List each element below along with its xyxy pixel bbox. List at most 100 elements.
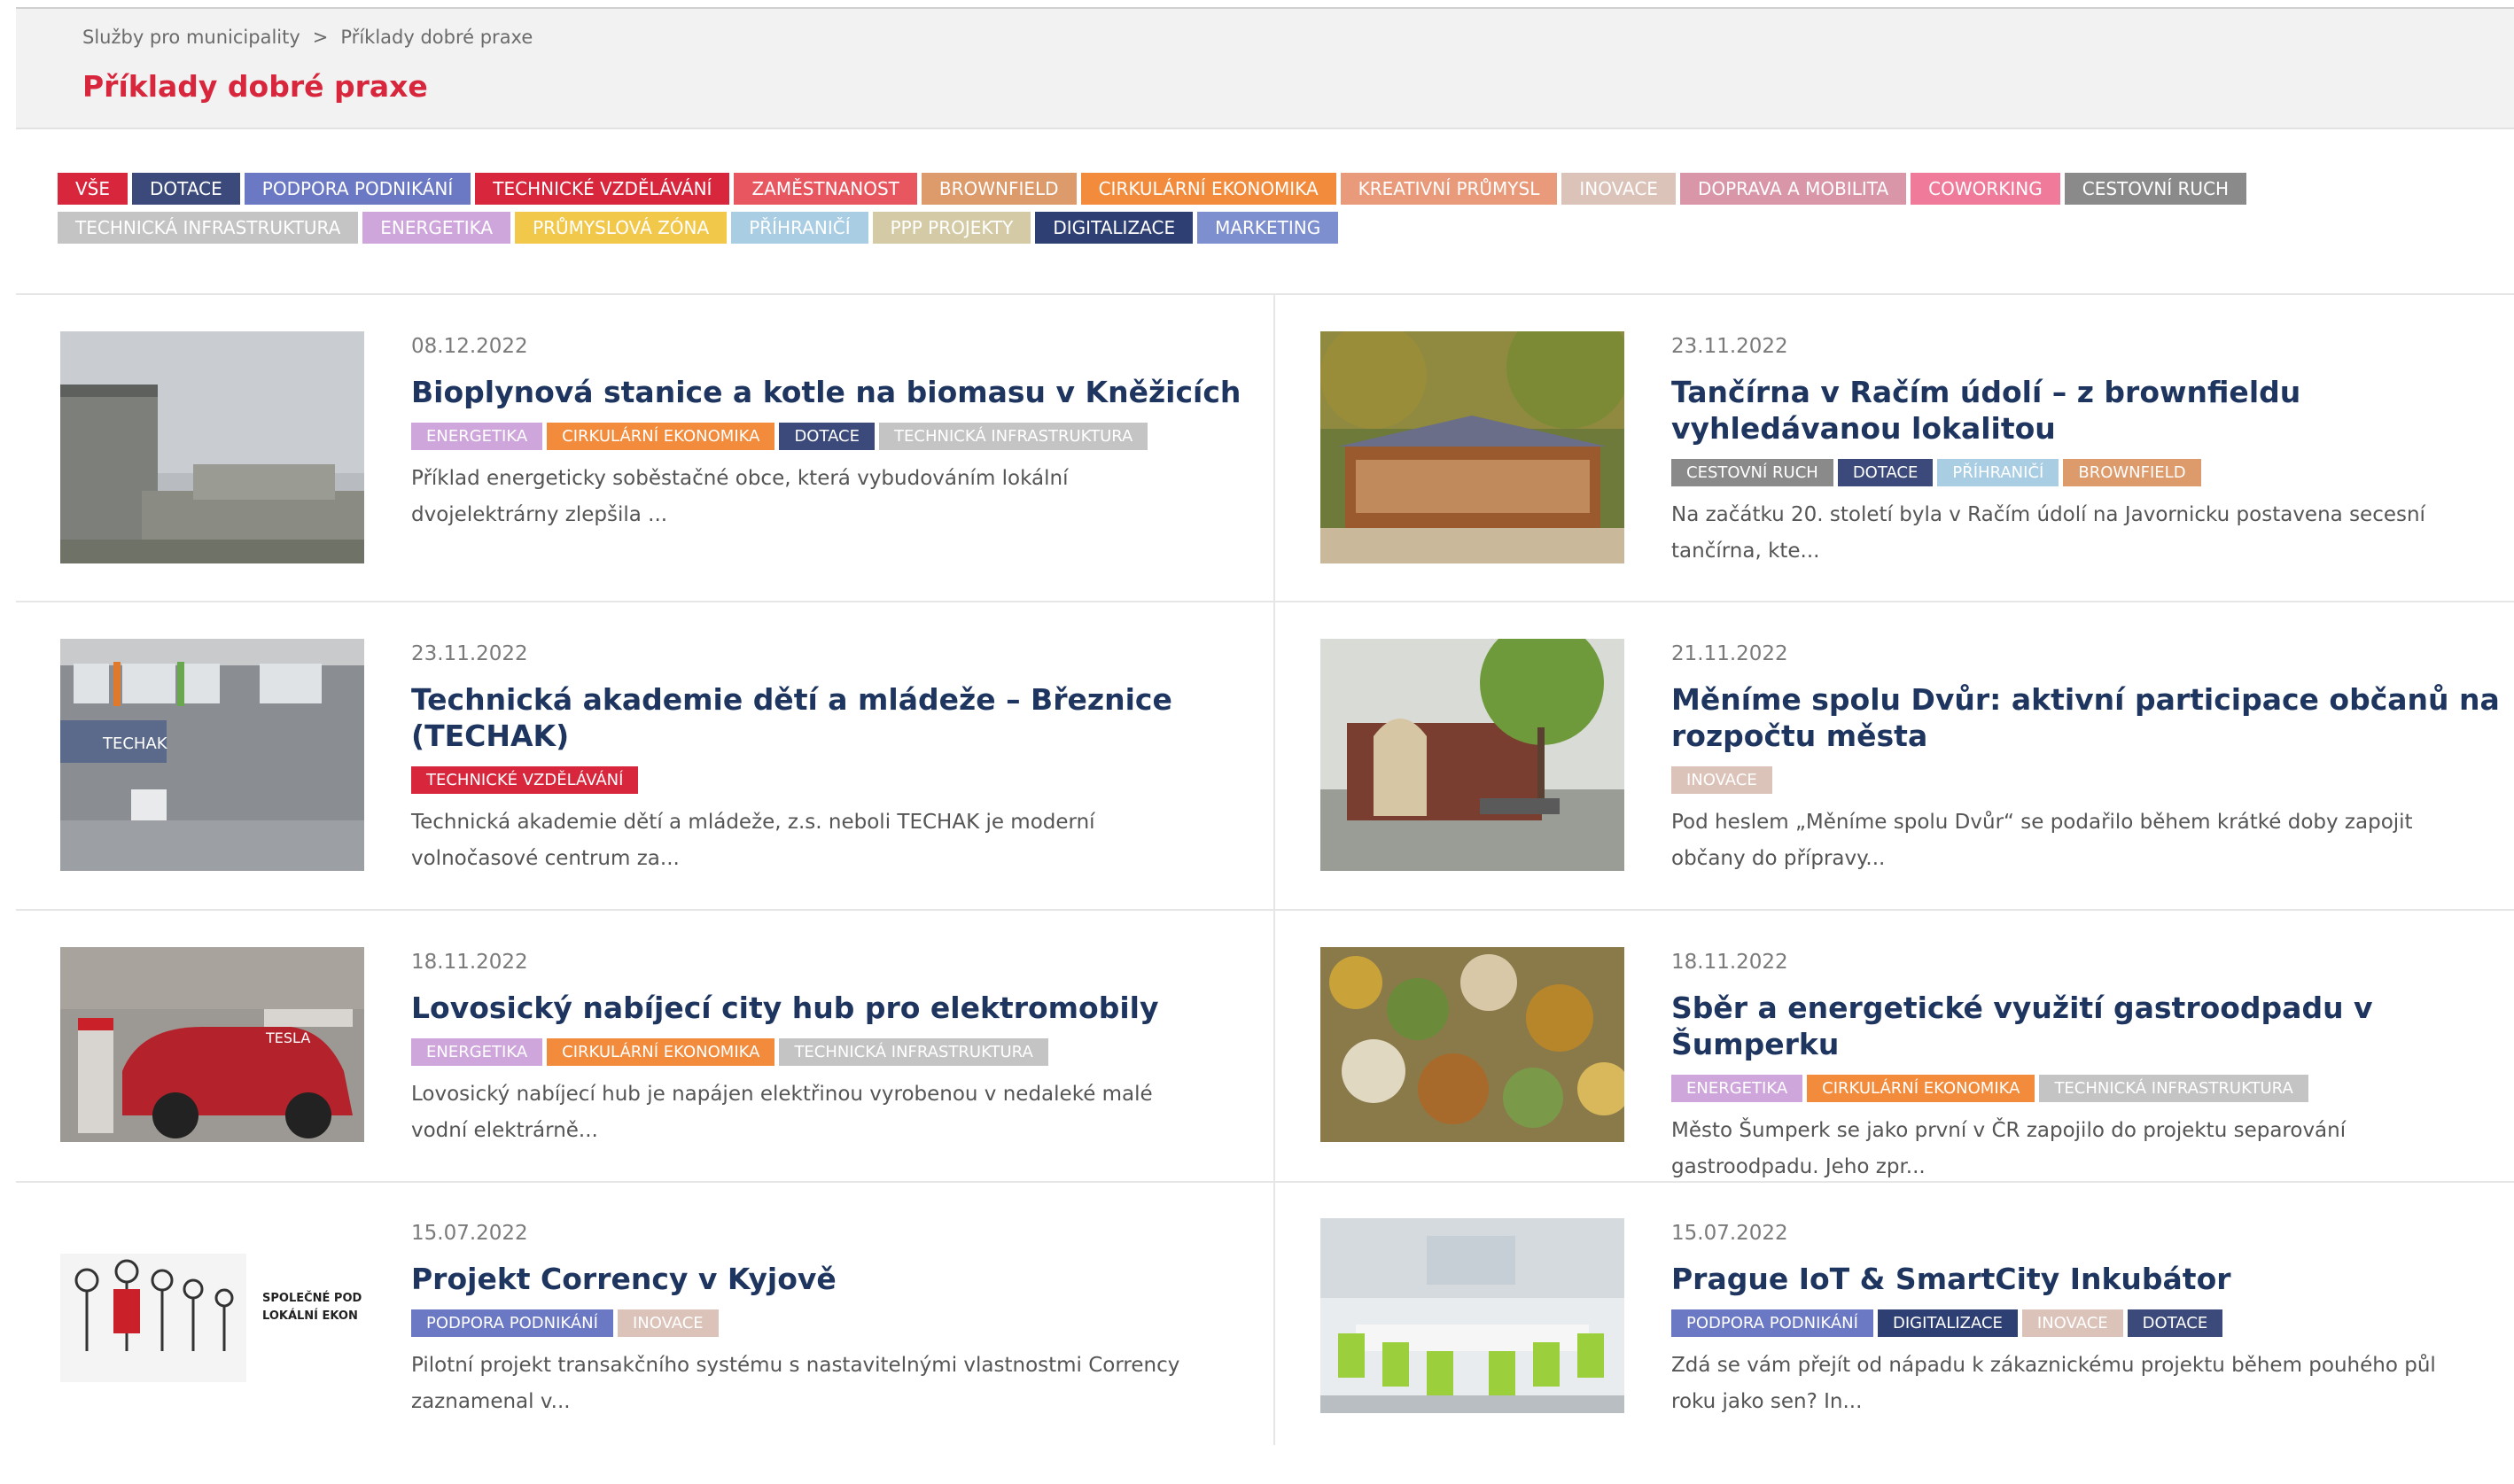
article-thumbnail-biogas-plant[interactable] [60, 331, 364, 563]
filter-tag-zamestnanost[interactable]: Zaměstnanost [734, 173, 917, 205]
filter-row-2: Technická infrastruktura Energetika Průmys… [58, 212, 2468, 244]
article-excerpt: Technická akademie dětí a mládeže, z.s. … [411, 811, 1095, 870]
filter-tag-prihranici[interactable]: Příhraničí [731, 212, 868, 244]
article-tag-digitalizace[interactable]: Digitalizace [1877, 1309, 2018, 1337]
filter-tag-cestovni[interactable]: Cestovní ruch [2064, 173, 2247, 205]
article-tag-energetika[interactable]: Energetika [411, 423, 543, 450]
article-thumbnail-dance-hall[interactable] [1320, 331, 1624, 563]
article-excerpt: Zdá se vám přejít od nápadu k zákaznické… [1671, 1354, 2436, 1413]
category-filter-bar: Vše Dotace Podpora podnikání Technické vzdě… [58, 173, 2468, 251]
article-tags: Podpora podnikání Inovace [411, 1309, 1271, 1337]
article-date: 21.11.2022 [1671, 642, 1788, 665]
article-tags: Podpora podnikání Digitalizace Inovace Dota… [1671, 1309, 2514, 1337]
article-date: 23.11.2022 [1671, 335, 1788, 358]
article-thumbnail-charging-hub[interactable]: TESLA [60, 947, 364, 1142]
article-tag-cestovni[interactable]: Cestovní ruch [1671, 459, 1833, 486]
filter-tag-kreativni[interactable]: Kreativní průmysl [1340, 173, 1558, 205]
article-tag-dotace[interactable]: Dotace [779, 423, 876, 450]
article-title-link[interactable]: Měníme spolu Dvůr: aktivní participace o… [1671, 681, 2514, 754]
article-tag-cirkularni[interactable]: Cirkulární ekonomika [547, 423, 775, 450]
filter-tag-energetika[interactable]: Energetika [362, 212, 511, 244]
article-date: 18.11.2022 [411, 951, 528, 974]
article-thumbnail-food-waste[interactable] [1320, 947, 1624, 1142]
filter-tag-cirkularni[interactable]: Cirkulární ekonomika [1080, 173, 1336, 205]
article-tag-dotace[interactable]: Dotace [1837, 459, 1934, 486]
filter-tag-dotace[interactable]: Dotace [132, 173, 240, 205]
article-title-link[interactable]: Tančírna v Račím údolí – z brownfieldu v… [1671, 374, 2514, 447]
article-card[interactable]: 18.11.2022 Sběr a energetické využití ga… [1320, 947, 2514, 1213]
article-tag-inovace[interactable]: Inovace [617, 1309, 719, 1337]
breadcrumb-current: Příklady dobré praxe [340, 27, 533, 48]
article-date: 15.07.2022 [1671, 1222, 1788, 1245]
article-title-link[interactable]: Lovosický nabíjecí city hub pro elektrom… [411, 990, 1271, 1026]
article-title-link[interactable]: Prague IoT & SmartCity Inkubátor [1671, 1261, 2514, 1297]
article-date: 18.11.2022 [1671, 951, 1788, 974]
thumbnail-caption-line-2: LOKÁLNÍ EKON [262, 1309, 358, 1323]
article-tag-cirkularni[interactable]: Cirkulární ekonomika [1807, 1075, 2035, 1102]
article-card[interactable]: 15.07.2022 Prague IoT & SmartCity Inkubá… [1320, 1218, 2514, 1484]
filter-tag-doprava[interactable]: Doprava a mobilita [1679, 173, 1907, 205]
article-card[interactable]: TECHAK 23.11.2022 Technická akademie dět… [60, 639, 1283, 905]
filter-tag-vse[interactable]: Vše [58, 173, 128, 205]
article-card[interactable]: 21.11.2022 Měníme spolu Dvůr: aktivní pa… [1320, 639, 2514, 905]
article-title-link[interactable]: Bioplynová stanice a kotle na biomasu v … [411, 374, 1271, 410]
article-tag-podpora[interactable]: Podpora podnikání [1671, 1309, 1873, 1337]
article-thumbnail-techak-building[interactable]: TECHAK [60, 639, 364, 871]
article-thumbnail-incubator-room[interactable] [1320, 1218, 1624, 1413]
thumbnail-caption-line-1: SPOLEČNÉ POD [262, 1291, 362, 1305]
article-card[interactable]: 08.12.2022 Bioplynová stanice a kotle na… [60, 331, 1283, 597]
article-tags: Energetika Cirkulární ekonomika Technická … [411, 1038, 1271, 1066]
article-tag-prihranici[interactable]: Příhraničí [1937, 459, 2059, 486]
article-tag-energetika[interactable]: Energetika [411, 1038, 543, 1066]
filter-tag-prumyslova[interactable]: Průmyslová zóna [515, 212, 728, 244]
article-tag-technicke[interactable]: Technické vzdělávání [411, 766, 639, 794]
article-tag-inovace[interactable]: Inovace [1671, 766, 1772, 794]
article-tag-energetika[interactable]: Energetika [1671, 1075, 1803, 1102]
article-title-link[interactable]: Technická akademie dětí a mládeže – Břez… [411, 681, 1271, 754]
article-card[interactable]: 23.11.2022 Tančírna v Račím údolí – z br… [1320, 331, 2514, 597]
article-tags: Inovace [1671, 766, 2514, 794]
article-excerpt: Lovosický nabíjecí hub je napájen elektř… [411, 1083, 1153, 1142]
article-tag-infrastruktura[interactable]: Technická infrastruktura [2039, 1075, 2308, 1102]
article-title-link[interactable]: Sběr a energetické využití gastroodpadu … [1671, 990, 2514, 1062]
article-card[interactable]: TESLA 18.11.2022 Lovosický nabíjecí city… [60, 947, 1283, 1213]
page-header: Služby pro municipality > Příklady dobré p… [16, 9, 2514, 129]
article-tag-brownfield[interactable]: Brownfield [2063, 459, 2201, 486]
filter-row-1: Vše Dotace Podpora podnikání Technické vzdě… [58, 173, 2468, 205]
filter-tag-marketing[interactable]: Marketing [1197, 212, 1339, 244]
article-tag-inovace[interactable]: Inovace [2021, 1309, 2123, 1337]
article-tags: Energetika Cirkulární ekonomika Technická … [1671, 1075, 2514, 1102]
article-excerpt: Město Šumperk se jako první v ČR zapojil… [1671, 1119, 2347, 1178]
filter-tag-infrastruktura[interactable]: Technická infrastruktura [58, 212, 359, 244]
article-title-link[interactable]: Projekt Correncу v Kyjově [411, 1261, 1271, 1297]
article-thumbnail-correncу-illustration[interactable]: SPOLEČNÉ POD LOKÁLNÍ EKON [60, 1218, 364, 1413]
article-date: 23.11.2022 [411, 642, 528, 665]
filter-tag-ppp[interactable]: PPP projekty [872, 212, 1031, 244]
article-tags: Cestovní ruch Dotace Příhraničí Brownfield [1671, 459, 2514, 486]
article-excerpt: Na začátku 20. století byla v Račím údol… [1671, 503, 2425, 563]
filter-tag-digitalizace[interactable]: Digitalizace [1035, 212, 1194, 244]
page-title: Příklady dobré praxe [82, 69, 428, 104]
article-tag-infrastruktura[interactable]: Technická infrastruktura [779, 1038, 1048, 1066]
filter-tag-podpora[interactable]: Podpora podnikání [244, 173, 471, 205]
filter-tag-inovace[interactable]: Inovace [1561, 173, 1676, 205]
article-tag-dotace[interactable]: Dotace [2127, 1309, 2223, 1337]
article-card[interactable]: SPOLEČNÉ POD LOKÁLNÍ EKON 15.07.2022 Pro… [60, 1218, 1283, 1484]
article-tag-podpora[interactable]: Podpora podnikání [411, 1309, 613, 1337]
list-divider [16, 601, 2514, 602]
breadcrumb-parent-link[interactable]: Služby pro municipality [82, 27, 300, 48]
filter-tag-brownfield[interactable]: Brownfield [921, 173, 1077, 205]
article-tag-cirkularni[interactable]: Cirkulární ekonomika [547, 1038, 775, 1066]
thumbnail-sign-text: TESLA [265, 1029, 310, 1046]
article-tag-infrastruktura[interactable]: Technická infrastruktura [879, 423, 1148, 450]
list-divider [16, 293, 2514, 295]
article-excerpt: Pilotní projekt transakčního systému s n… [411, 1354, 1180, 1413]
article-tags: Energetika Cirkulární ekonomika Dotace Tech… [411, 423, 1271, 450]
filter-tag-coworking[interactable]: Coworking [1911, 173, 2060, 205]
article-date: 15.07.2022 [411, 1222, 528, 1245]
thumbnail-sign-text: TECHAK [102, 734, 168, 753]
article-thumbnail-park-render[interactable] [1320, 639, 1624, 871]
breadcrumb: Služby pro municipality > Příklady dobré p… [82, 27, 533, 48]
filter-tag-technicke[interactable]: Technické vzdělávání [475, 173, 730, 205]
list-divider [16, 909, 2514, 911]
